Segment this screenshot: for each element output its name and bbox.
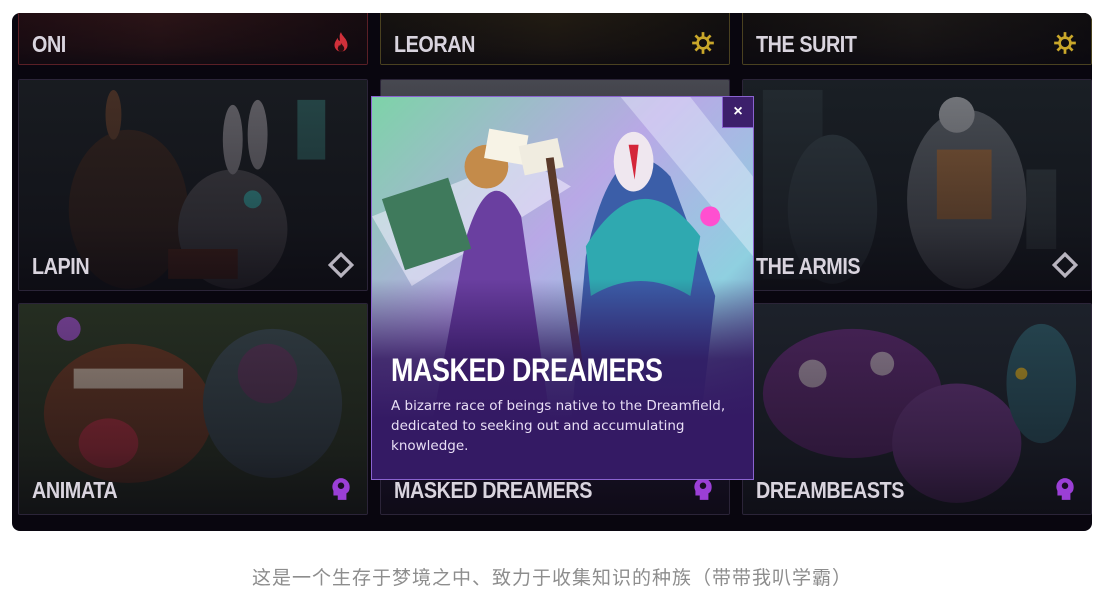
card-label: ANIMATA [32,477,118,503]
card-the-armis[interactable]: THE ARMIS [742,79,1092,291]
modal-description: A bizarre race of beings native to the D… [391,398,726,454]
flame-icon [334,32,348,52]
modal-title: MASKED DREAMERS [391,352,663,388]
card-label: DREAMBEASTS [756,477,905,503]
sun-gear-icon [1054,32,1076,54]
image-caption: 这是一个生存于梦境之中、致力于收集知识的种族（带带我叭学霸） [251,567,852,589]
diamond-icon [1052,252,1078,278]
close-button[interactable]: × [722,97,753,128]
card-label: LAPIN [32,253,90,279]
card-lapin[interactable]: LAPIN [18,79,368,291]
card-animata[interactable]: ANIMATA [18,303,368,515]
card-dreambeasts[interactable]: DREAMBEASTS [742,303,1092,515]
card-label: THE SURIT [756,31,857,57]
card-label: THE ARMIS [756,253,861,279]
card-label: LEORAN [394,31,475,57]
mind-head-icon [1056,478,1074,500]
card-oni[interactable]: ONI [18,13,368,65]
card-label: ONI [32,31,66,57]
faction-detail-modal: × MASKED DREAMERS A bizarre race of bein… [371,96,754,480]
mind-head-icon [332,478,350,500]
diamond-icon [328,252,354,278]
card-the-surit[interactable]: THE SURIT [742,13,1092,65]
card-leoran[interactable]: LEORAN [380,13,730,65]
sun-gear-icon [692,32,714,54]
card-label: MASKED DREAMERS [394,477,592,503]
